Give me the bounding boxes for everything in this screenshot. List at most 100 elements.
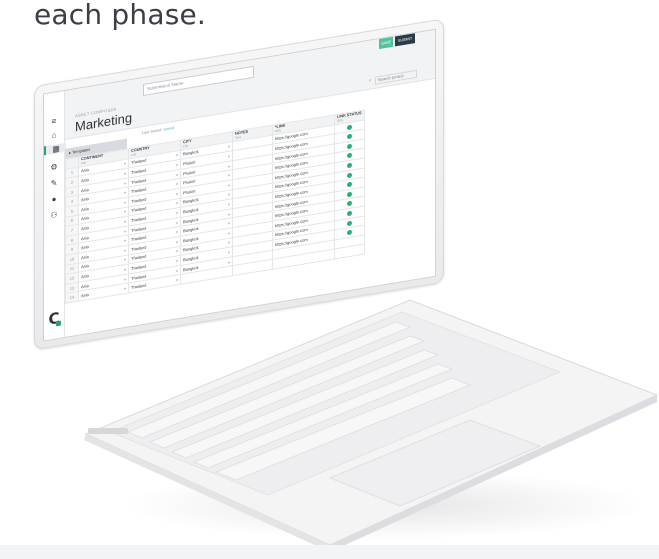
- status-ok-icon: [346, 191, 352, 198]
- continent-cell-text: Asia: [81, 186, 89, 193]
- chevron-down-icon[interactable]: ▾: [176, 210, 178, 215]
- city-cell-text: Bangkok: [183, 216, 199, 224]
- chevron-down-icon[interactable]: ▾: [176, 153, 178, 158]
- chevron-down-icon[interactable]: ▾: [124, 286, 126, 291]
- row-number-cell-text: 13: [69, 284, 75, 291]
- row-number-cell-text: 5: [70, 208, 74, 214]
- continent-cell-text: Asia: [81, 205, 89, 213]
- city-cell-text: Bangkok: [183, 245, 199, 253]
- city-cell-text: Bangkok: [183, 197, 199, 205]
- city-cell-text: Bangkok: [183, 206, 199, 215]
- chevron-down-icon[interactable]: ▾: [124, 267, 126, 272]
- chevron-down-icon[interactable]: ▾: [176, 220, 178, 225]
- chevron-down-icon[interactable]: ▾: [124, 190, 126, 195]
- chevron-down-icon[interactable]: ▾: [228, 173, 230, 178]
- city-cell-text: Phuket: [183, 178, 196, 186]
- chevron-down-icon[interactable]: ▾: [228, 221, 230, 226]
- chevron-down-icon[interactable]: ▾: [176, 191, 178, 196]
- row-number-cell-text: 8: [70, 237, 74, 243]
- row-number-cell-text: 7: [70, 227, 74, 233]
- gear-icon[interactable]: ⚙: [44, 161, 64, 173]
- chevron-down-icon[interactable]: ▾: [124, 180, 126, 185]
- chevron-down-icon[interactable]: ▾: [176, 258, 178, 263]
- chevron-down-icon[interactable]: ▾: [228, 202, 230, 207]
- chevron-down-icon[interactable]: ▾: [124, 171, 126, 176]
- city-cell-text: Phuket: [183, 159, 196, 167]
- row-number-cell-text: 3: [70, 189, 74, 195]
- home-icon[interactable]: ⌂: [44, 129, 64, 141]
- continent-cell-text: Asia: [81, 282, 89, 289]
- chevron-down-icon[interactable]: ▾: [228, 250, 230, 255]
- chevron-down-icon[interactable]: ▾: [124, 161, 126, 166]
- chevron-down-icon[interactable]: ▾: [176, 268, 178, 273]
- country-cell-text: Thailand: [131, 272, 147, 281]
- country-cell-text: Thailand: [131, 234, 147, 243]
- chevron-down-icon[interactable]: ▾: [228, 182, 230, 187]
- row-number-cell-text: 6: [70, 217, 74, 224]
- chevron-down-icon[interactable]: ▾: [228, 230, 230, 235]
- chevron-down-icon[interactable]: ▾: [124, 257, 126, 262]
- status-ok-icon: [346, 133, 352, 140]
- globe-icon[interactable]: ●: [44, 193, 64, 205]
- chevron-down-icon[interactable]: ▾: [176, 181, 178, 186]
- city-cell-text: Bangkok: [183, 225, 199, 234]
- chevron-down-icon[interactable]: ▾: [176, 277, 178, 282]
- submission-name-input[interactable]: Submission Name: [143, 65, 254, 97]
- chevron-down-icon[interactable]: ▾: [124, 248, 126, 253]
- chevron-down-icon[interactable]: ▾: [176, 229, 178, 234]
- continent-cell-text: Asia: [81, 224, 89, 232]
- chevron-down-icon[interactable]: ▾: [228, 240, 230, 245]
- brand-logo: C: [48, 308, 61, 329]
- submission-table: CONTINENT List COUNTRY List CITY List NOTES…: [65, 109, 365, 304]
- chevron-down-icon[interactable]: ▾: [228, 259, 230, 264]
- chevron-down-icon[interactable]: ▾: [228, 144, 230, 149]
- continent-cell-text: Asia: [81, 263, 89, 270]
- menu-icon[interactable]: ≡: [44, 115, 64, 127]
- row-number-cell-text: 2: [70, 179, 74, 185]
- continent-cell-text: Asia: [81, 215, 89, 222]
- city-cell-text: Bangkok: [183, 264, 199, 272]
- chevron-down-icon[interactable]: ▾: [124, 238, 126, 243]
- grid-icon[interactable]: ▦: [44, 142, 66, 156]
- row-number-cell-text: 1: [70, 169, 74, 176]
- chevron-down-icon[interactable]: ▾: [176, 239, 178, 244]
- chevron-down-icon[interactable]: ▾: [124, 200, 126, 205]
- city-cell-text: Bangkok: [183, 149, 199, 157]
- status-ok-icon: [346, 210, 352, 217]
- status-ok-icon: [346, 172, 352, 178]
- chevron-down-icon[interactable]: ▾: [176, 249, 178, 254]
- chevron-down-icon[interactable]: ▾: [176, 162, 178, 167]
- row-number-cell-text: 4: [70, 198, 74, 205]
- chevron-down-icon[interactable]: ▾: [176, 172, 178, 177]
- laptop-hinge: [88, 428, 128, 434]
- chevron-down-icon[interactable]: ▾: [228, 192, 230, 197]
- search-input[interactable]: Search (enter): [375, 69, 417, 85]
- users-icon[interactable]: ⚇: [44, 209, 64, 221]
- continent-cell-text: Asia: [81, 272, 89, 280]
- chevron-down-icon[interactable]: ▾: [228, 211, 230, 216]
- country-cell-text: Thailand: [131, 282, 147, 291]
- search-icon: ⌕: [369, 77, 372, 84]
- chevron-down-icon[interactable]: ▾: [124, 228, 126, 233]
- save-button[interactable]: SAVE: [379, 36, 393, 50]
- country-cell-text: Thailand: [131, 225, 147, 233]
- city-cell-text: Phuket: [183, 188, 196, 196]
- country-cell-text: Thailand: [131, 186, 147, 195]
- country-cell-text: Thailand: [131, 167, 147, 175]
- chevron-down-icon[interactable]: ▾: [124, 209, 126, 214]
- submit-button[interactable]: SUBMIT: [395, 33, 415, 47]
- continent-cell-text: Asia: [81, 176, 89, 184]
- status-ok-icon: [346, 181, 352, 188]
- row-number-cell-text: 14: [69, 294, 75, 301]
- autosave-status: Last Saved: Saved: [142, 126, 174, 135]
- chevron-down-icon[interactable]: ▾: [124, 276, 126, 281]
- chevron-down-icon[interactable]: ▾: [176, 201, 178, 206]
- chevron-down-icon[interactable]: ▾: [228, 163, 230, 168]
- row-number-cell-text: 9: [70, 246, 74, 253]
- wrench-icon[interactable]: ✎: [44, 177, 64, 189]
- city-cell-text: Bangkok: [183, 235, 199, 244]
- city-cell-text: Bangkok: [183, 254, 199, 263]
- chevron-down-icon[interactable]: ▾: [228, 154, 230, 159]
- left-nav-rail: ≡ ⌂ ▦ ⚙ ✎ ● ⚇ C: [44, 90, 66, 341]
- chevron-down-icon[interactable]: ▾: [124, 219, 126, 224]
